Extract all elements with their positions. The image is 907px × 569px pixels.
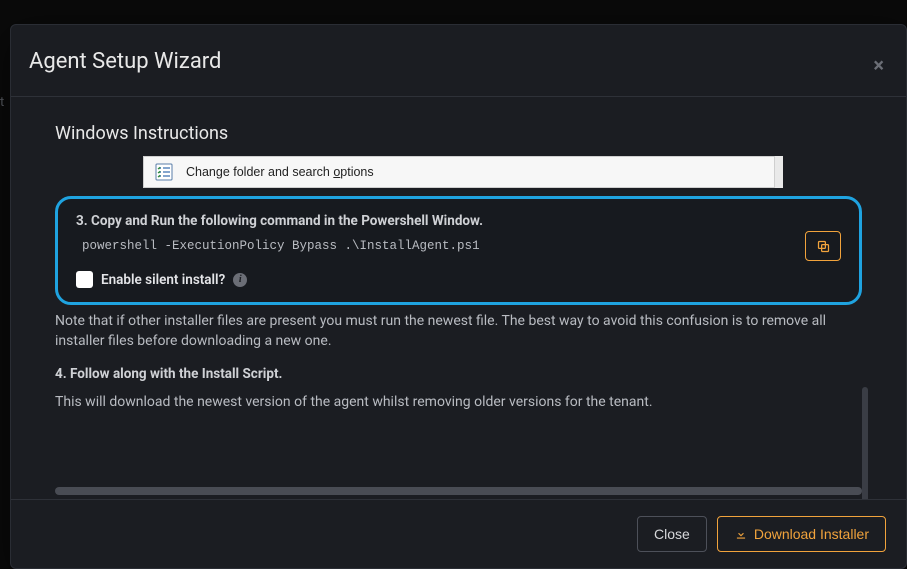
vertical-scrollbar-track[interactable] <box>862 267 868 479</box>
copy-command-button[interactable] <box>805 231 841 261</box>
vertical-scrollbar-thumb[interactable] <box>862 387 868 499</box>
step-3-heading: 3. Copy and Run the following command in… <box>76 213 841 229</box>
close-icon[interactable]: × <box>873 55 884 75</box>
step-4-heading: 4. Follow along with the Install Script. <box>55 366 862 382</box>
modal-footer: Close Download Installer <box>11 499 906 568</box>
folder-options-icon <box>154 162 174 182</box>
windows-menu-label: Change folder and search options <box>186 165 374 179</box>
background-fragment: t <box>0 95 4 110</box>
modal-body: Windows Instructions Change folder and s… <box>11 97 906 499</box>
close-button[interactable]: Close <box>637 516 707 552</box>
step-4-text: This will download the newest version of… <box>55 392 862 412</box>
close-button-label: Close <box>654 526 690 542</box>
section-title: Windows Instructions <box>55 123 862 144</box>
menu-text-suffix: ptions <box>340 165 373 179</box>
horizontal-scrollbar[interactable] <box>55 487 862 495</box>
download-button-label: Download Installer <box>754 526 869 542</box>
silent-install-row: Enable silent install? i <box>76 271 841 288</box>
step-3-highlight: 3. Copy and Run the following command in… <box>55 196 862 305</box>
windows-menu-item: Change folder and search options <box>143 156 783 188</box>
step-4-block: 4. Follow along with the Install Script.… <box>55 366 862 412</box>
modal-header: Agent Setup Wizard × <box>11 25 906 96</box>
menu-text-prefix: Change folder and search <box>186 165 333 179</box>
agent-setup-wizard-modal: Agent Setup Wizard × Windows Instruction… <box>10 24 907 569</box>
silent-install-checkbox[interactable] <box>76 271 93 288</box>
note-text: Note that if other installer files are p… <box>55 311 862 352</box>
copy-icon <box>816 239 831 254</box>
silent-install-label: Enable silent install? <box>101 272 225 288</box>
download-icon <box>734 527 748 541</box>
download-installer-button[interactable]: Download Installer <box>717 516 886 552</box>
modal-title: Agent Setup Wizard <box>29 49 876 74</box>
info-icon[interactable]: i <box>233 273 247 287</box>
powershell-command: powershell -ExecutionPolicy Bypass .\Ins… <box>76 239 841 253</box>
